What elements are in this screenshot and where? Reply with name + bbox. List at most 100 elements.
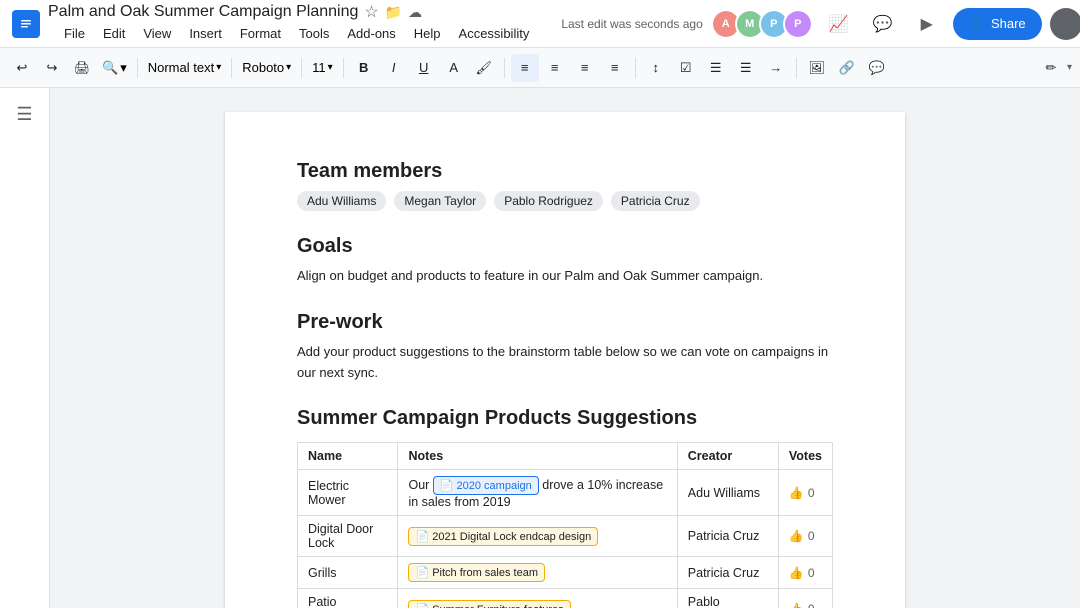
chip-patricia: Patricia Cruz bbox=[611, 191, 700, 211]
col-votes: Votes bbox=[778, 443, 832, 470]
avatar-4: P bbox=[783, 9, 813, 39]
font-select-wrap[interactable]: Roboto ▾ bbox=[238, 58, 295, 77]
checklist-button[interactable]: ☑ bbox=[672, 54, 700, 82]
user-avatar[interactable] bbox=[1050, 8, 1080, 40]
size-chevron: ▾ bbox=[328, 62, 333, 73]
link-button[interactable]: 🔗 bbox=[833, 54, 861, 82]
separator-1 bbox=[137, 58, 138, 78]
table-row: Grills 📄 Pitch from sales team Patricia … bbox=[298, 557, 833, 589]
style-select-wrap[interactable]: Normal text ▾ bbox=[144, 58, 226, 77]
table-row: Digital Door Lock 📄 2021 Digital Lock en… bbox=[298, 516, 833, 557]
chip-megan: Megan Taylor bbox=[394, 191, 486, 211]
zoom-label: 🔍 bbox=[102, 60, 118, 76]
row2-notes: 📄 2021 Digital Lock endcap design bbox=[398, 516, 677, 557]
prework-text: Add your product suggestions to the brai… bbox=[297, 342, 833, 384]
comment-button[interactable]: 💬 bbox=[863, 54, 891, 82]
indent-button[interactable]: → bbox=[762, 54, 790, 82]
row2-link[interactable]: 📄 2021 Digital Lock endcap design bbox=[408, 527, 598, 546]
menu-tools[interactable]: Tools bbox=[291, 22, 337, 45]
text-color-button[interactable]: A bbox=[440, 54, 468, 82]
menu-insert[interactable]: Insert bbox=[181, 22, 230, 45]
align-center-button[interactable]: ≡ bbox=[541, 54, 569, 82]
main-area: ☰ Team members Adu Williams Megan Taylor… bbox=[0, 88, 1080, 608]
separator-7 bbox=[796, 58, 797, 78]
pencil-edit-button[interactable]: ✏ bbox=[1037, 54, 1065, 82]
align-left-button[interactable]: ≡ bbox=[511, 54, 539, 82]
team-members-heading: Team members bbox=[297, 160, 833, 183]
size-select-wrap[interactable]: 11 ▾ bbox=[308, 58, 337, 77]
col-creator: Creator bbox=[677, 443, 778, 470]
redo-button[interactable]: ↪ bbox=[38, 54, 66, 82]
separator-2 bbox=[231, 58, 232, 78]
sidebar-left: ☰ bbox=[0, 88, 50, 608]
row4-name: Patio Furniture bbox=[298, 589, 398, 608]
edit-chevron: ▾ bbox=[1067, 62, 1072, 73]
share-button[interactable]: 👤 Share bbox=[953, 8, 1042, 40]
bullet-list-button[interactable]: ☰ bbox=[702, 54, 730, 82]
zoom-select-wrap[interactable]: 🔍 ▾ bbox=[98, 58, 131, 78]
menu-edit[interactable]: Edit bbox=[95, 22, 133, 45]
underline-button[interactable]: U bbox=[410, 54, 438, 82]
outline-icon[interactable]: ☰ bbox=[11, 100, 39, 128]
highlight-button[interactable]: 🖌 bbox=[470, 54, 498, 82]
row3-link[interactable]: 📄 Pitch from sales team bbox=[408, 563, 545, 582]
avatar-group: A M P P bbox=[711, 9, 813, 39]
row1-notes: Our 📄 2020 campaign drove a 10% increase… bbox=[398, 470, 677, 516]
row1-link[interactable]: 📄 2020 campaign bbox=[433, 476, 539, 495]
thumb-icon: 👍 bbox=[789, 486, 804, 500]
table-heading: Summer Campaign Products Suggestions bbox=[297, 407, 833, 430]
history-icon[interactable]: 📁 bbox=[385, 4, 402, 21]
doc-title-area: Palm and Oak Summer Campaign Planning ☆ … bbox=[48, 2, 537, 45]
numbered-list-button[interactable]: ☰ bbox=[732, 54, 760, 82]
undo-button[interactable]: ↩ bbox=[8, 54, 36, 82]
font-value: Roboto bbox=[242, 60, 284, 75]
products-table: Name Notes Creator Votes Electric Mower … bbox=[297, 442, 833, 608]
row3-notes: 📄 Pitch from sales team bbox=[398, 557, 677, 589]
row3-name: Grills bbox=[298, 557, 398, 589]
menu-file[interactable]: File bbox=[56, 22, 93, 45]
prework-heading: Pre-work bbox=[297, 311, 833, 334]
align-right-button[interactable]: ≡ bbox=[571, 54, 599, 82]
menu-help[interactable]: Help bbox=[406, 22, 449, 45]
menu-bar: File Edit View Insert Format Tools Add-o… bbox=[56, 22, 537, 45]
row4-creator: Pablo Rodriguez bbox=[677, 589, 778, 608]
docs-logo bbox=[12, 10, 40, 38]
separator-6 bbox=[635, 58, 636, 78]
doc-title[interactable]: Palm and Oak Summer Campaign Planning bbox=[48, 3, 358, 21]
menu-view[interactable]: View bbox=[135, 22, 179, 45]
row2-votes: 👍 0 bbox=[778, 516, 832, 557]
style-value: Normal text bbox=[148, 60, 214, 75]
row4-link[interactable]: 📄 Summer Furniture features bbox=[408, 600, 570, 608]
chart-icon-btn[interactable]: 📈 bbox=[821, 6, 857, 42]
row1-name: Electric Mower bbox=[298, 470, 398, 516]
bold-button[interactable]: B bbox=[350, 54, 378, 82]
doc-page: Team members Adu Williams Megan Taylor P… bbox=[225, 112, 905, 608]
menu-accessibility[interactable]: Accessibility bbox=[451, 22, 538, 45]
col-name: Name bbox=[298, 443, 398, 470]
menu-format[interactable]: Format bbox=[232, 22, 289, 45]
line-spacing-button[interactable]: ↕ bbox=[642, 54, 670, 82]
menu-addons[interactable]: Add-ons bbox=[339, 22, 403, 45]
row2-creator: Patricia Cruz bbox=[677, 516, 778, 557]
doc-area[interactable]: Team members Adu Williams Megan Taylor P… bbox=[50, 88, 1080, 608]
row1-creator: Adu Williams bbox=[677, 470, 778, 516]
comment-icon-btn[interactable]: 💬 bbox=[865, 6, 901, 42]
cloud-icon: ☁ bbox=[408, 4, 422, 21]
row4-votes: 👍 0 bbox=[778, 589, 832, 608]
row4-notes: 📄 Summer Furniture features bbox=[398, 589, 677, 608]
chip-adu: Adu Williams bbox=[297, 191, 386, 211]
share-icon: 👤 bbox=[969, 16, 985, 32]
row1-votes: 👍 0 bbox=[778, 470, 832, 516]
italic-button[interactable]: I bbox=[380, 54, 408, 82]
thumb-icon: 👍 bbox=[789, 566, 804, 580]
justify-button[interactable]: ≡ bbox=[601, 54, 629, 82]
image-button[interactable]: 🖼 bbox=[803, 54, 831, 82]
star-icon[interactable]: ☆ bbox=[364, 2, 378, 22]
share-label: Share bbox=[991, 16, 1026, 31]
title-bar: Palm and Oak Summer Campaign Planning ☆ … bbox=[0, 0, 1080, 48]
present-icon-btn[interactable]: ▶ bbox=[909, 6, 945, 42]
thumb-icon: 👍 bbox=[789, 529, 804, 543]
print-button[interactable]: 🖨 bbox=[68, 54, 96, 82]
team-members-chips: Adu Williams Megan Taylor Pablo Rodrigue… bbox=[297, 191, 833, 211]
title-right: A M P P 📈 💬 ▶ 👤 Share bbox=[711, 6, 1080, 42]
